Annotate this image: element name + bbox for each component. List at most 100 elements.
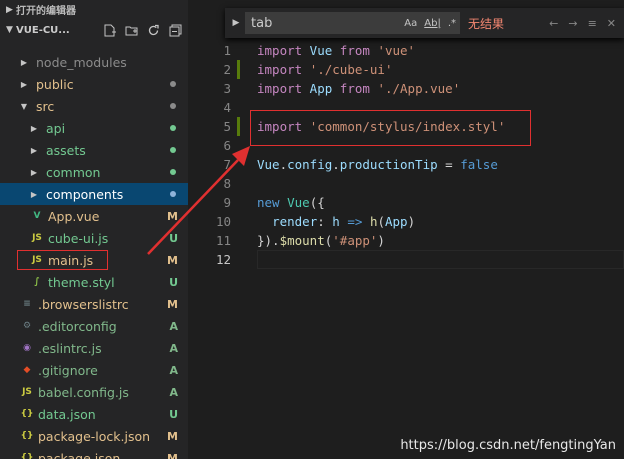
find-input[interactable]: tab Aa Ab| .* bbox=[245, 12, 460, 34]
stylus-file-icon: ∫ bbox=[34, 277, 40, 287]
tree-item[interactable]: ▶ api bbox=[0, 117, 188, 139]
collapse-all-icon[interactable] bbox=[168, 23, 182, 37]
tree-item-label: src bbox=[36, 98, 55, 114]
tree-item-label: package.json bbox=[38, 450, 121, 459]
vue-file-icon: V bbox=[33, 211, 41, 221]
tree-item[interactable]: {} data.json U bbox=[0, 403, 188, 425]
file-icon: ≡ bbox=[23, 299, 31, 309]
code-line: import './cube-ui' bbox=[257, 60, 392, 79]
whole-word-toggle[interactable]: Ab| bbox=[424, 18, 441, 29]
line-number: 3 bbox=[223, 81, 231, 96]
code-line: new Vue({ bbox=[257, 193, 325, 212]
git-status-badge: M bbox=[167, 297, 178, 311]
git-status-badge: A bbox=[169, 341, 178, 355]
tree-item[interactable]: ▶ common bbox=[0, 161, 188, 183]
code-token: App bbox=[385, 214, 408, 229]
project-label: VUE-CU... bbox=[16, 24, 70, 36]
git-status-badge: M bbox=[167, 429, 178, 443]
code-token: ) bbox=[377, 233, 385, 248]
git-status-badge: A bbox=[169, 385, 178, 399]
new-folder-icon[interactable] bbox=[124, 23, 138, 37]
tree-item-label: components bbox=[46, 186, 124, 202]
chevron-down-icon[interactable]: ▼ bbox=[18, 102, 30, 111]
close-icon[interactable]: ✕ bbox=[607, 17, 616, 30]
tree-item-label: common bbox=[46, 164, 101, 180]
chevron-right-icon[interactable]: ▶ bbox=[18, 80, 30, 89]
project-header[interactable]: ▼ VUE-CU... bbox=[0, 19, 188, 41]
tree-item[interactable]: ◆ .gitignore A bbox=[0, 359, 188, 381]
code-token: new bbox=[257, 195, 280, 210]
gear-icon: ⚙ bbox=[22, 321, 32, 331]
open-editors-header[interactable]: ▶ 打开的编辑器 bbox=[0, 0, 188, 19]
tree-item-label: cube-ui.js bbox=[48, 230, 109, 246]
regex-toggle[interactable]: .* bbox=[448, 18, 456, 29]
chevron-right-icon[interactable]: ▶ bbox=[28, 190, 40, 199]
tree-item-label: .eslintrc.js bbox=[38, 340, 102, 356]
tree-item[interactable]: V App.vue M bbox=[0, 205, 188, 227]
tree-item[interactable]: {} package.json M bbox=[0, 447, 188, 459]
import-highlight-box bbox=[250, 110, 531, 146]
chevron-right-icon[interactable]: ▶ bbox=[28, 146, 40, 155]
git-status-dot bbox=[170, 81, 176, 87]
modified-line-marker bbox=[237, 117, 240, 136]
refresh-icon[interactable] bbox=[146, 23, 160, 37]
code-line: import App from './App.vue' bbox=[257, 79, 460, 98]
git-status-badge: U bbox=[169, 275, 178, 289]
chevron-right-icon[interactable]: ▶ bbox=[28, 124, 40, 133]
code-token: from bbox=[339, 43, 370, 58]
tree-item[interactable]: ∫ theme.styl U bbox=[0, 271, 188, 293]
line-number: 9 bbox=[223, 195, 231, 210]
code-token: productionTip bbox=[339, 157, 438, 172]
git-status-badge: U bbox=[169, 231, 178, 245]
find-nav-buttons: ← → ≡ ✕ bbox=[549, 17, 624, 30]
tree-item[interactable]: ≡ .browserslistrc M bbox=[0, 293, 188, 315]
line-number: 7 bbox=[223, 157, 231, 172]
arrow-up-icon[interactable]: ← bbox=[549, 17, 558, 30]
new-file-icon[interactable] bbox=[102, 23, 116, 37]
code-token: }). bbox=[257, 233, 280, 248]
code-token: ) bbox=[407, 214, 416, 229]
code-token: render bbox=[272, 214, 318, 229]
tree-item[interactable]: ◉ .eslintrc.js A bbox=[0, 337, 188, 359]
json-file-icon: {} bbox=[20, 409, 34, 419]
chevron-down-icon: ▼ bbox=[6, 25, 13, 35]
chevron-right-icon[interactable]: ▶ bbox=[229, 18, 243, 28]
find-in-selection-icon[interactable]: ≡ bbox=[588, 17, 597, 30]
tree-item-label: node_modules bbox=[36, 54, 127, 70]
code-token: => bbox=[347, 214, 363, 229]
code-token: Vue bbox=[287, 195, 310, 210]
code-token: './cube-ui' bbox=[309, 62, 393, 77]
line-number: 8 bbox=[223, 176, 231, 191]
tree-item[interactable]: ▶ components bbox=[0, 183, 188, 205]
code-token: './App.vue' bbox=[377, 81, 461, 96]
line-number: 11 bbox=[215, 233, 231, 248]
json-file-icon: {} bbox=[20, 453, 34, 459]
tree-item[interactable]: ▶ assets bbox=[0, 139, 188, 161]
tree-item-label: assets bbox=[46, 142, 86, 158]
code-token: ( bbox=[377, 214, 385, 229]
current-line-highlight bbox=[257, 250, 624, 269]
tree-item[interactable]: ▶ node_modules bbox=[0, 51, 188, 73]
watermark-text: https://blog.csdn.net/fengtingYan bbox=[400, 438, 616, 453]
code-token: import bbox=[257, 81, 303, 96]
match-case-toggle[interactable]: Aa bbox=[404, 18, 417, 29]
tree-item[interactable]: {} package-lock.json M bbox=[0, 425, 188, 447]
chevron-right-icon[interactable]: ▶ bbox=[28, 168, 40, 177]
tree-item[interactable]: ▼ src bbox=[0, 95, 188, 117]
arrow-down-icon[interactable]: → bbox=[568, 17, 577, 30]
code-token: . bbox=[332, 157, 340, 172]
line-number: 4 bbox=[223, 100, 231, 115]
code-token: import bbox=[257, 43, 303, 58]
code-token: : bbox=[317, 214, 333, 229]
code-token: 'vue' bbox=[377, 43, 416, 58]
tree-item[interactable]: ▶ public bbox=[0, 73, 188, 95]
git-status-badge: M bbox=[167, 253, 178, 267]
chevron-right-icon[interactable]: ▶ bbox=[18, 58, 30, 67]
git-status-badge: M bbox=[167, 451, 178, 459]
code-token: from bbox=[339, 81, 370, 96]
git-status-badge: U bbox=[169, 407, 178, 421]
code-token: h bbox=[332, 214, 340, 229]
tree-item[interactable]: JS babel.config.js A bbox=[0, 381, 188, 403]
tree-item[interactable]: ⚙ .editorconfig A bbox=[0, 315, 188, 337]
tree-item[interactable]: JS cube-ui.js U bbox=[0, 227, 188, 249]
